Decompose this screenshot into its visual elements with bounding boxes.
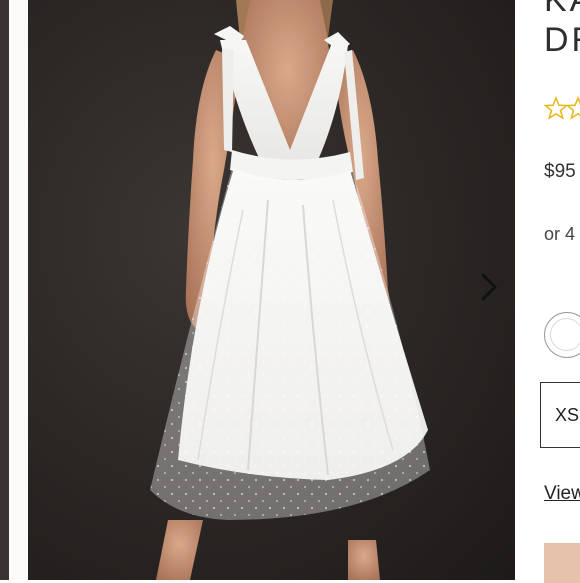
- product-title-line2: DR: [544, 21, 580, 59]
- product-photo[interactable]: [28, 0, 515, 580]
- next-image-button[interactable]: [480, 272, 510, 306]
- installment-text: or 4: [544, 224, 576, 244]
- add-to-bag-button[interactable]: [544, 543, 580, 583]
- previous-image-edge[interactable]: [0, 0, 9, 580]
- gallery-gap: [9, 0, 28, 580]
- chevron-right-icon: [481, 273, 497, 301]
- size-option-label: XS: [555, 405, 580, 425]
- rating-stars: [544, 96, 580, 122]
- swatch-fill: [550, 318, 580, 351]
- size-option-xs[interactable]: XS: [540, 382, 580, 448]
- product-title: KA DR: [544, 0, 580, 60]
- star-outline-icon: [544, 96, 580, 120]
- view-link[interactable]: View: [544, 483, 580, 505]
- product-price: $95: [544, 161, 576, 182]
- model-in-white-dress-image: [150, 0, 430, 580]
- product-title-line1: KA: [544, 0, 580, 19]
